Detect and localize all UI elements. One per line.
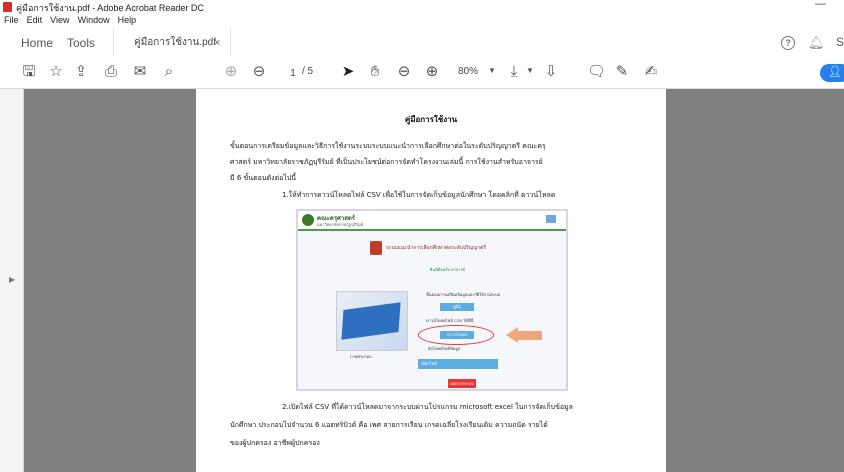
select-icon[interactable]: ➤ xyxy=(340,63,356,81)
embedded-welcome: ยินดีต้อนรับ อาจารย์ xyxy=(430,267,465,272)
zoom-out-icon[interactable]: ⊖ xyxy=(395,63,413,81)
tab-document[interactable]: คู่มือการใช้งาน.pdf × xyxy=(113,28,231,57)
paragraph-line: นักศึกษา ประกอบไปจำนวน 6 แอตทริบิวต์ คือ… xyxy=(230,421,548,429)
embedded-note: ขั้นตอนการเตรียมข้อมูลและวิธีใช้งานระบบ xyxy=(426,292,501,297)
add-user-button[interactable]: 👤︎ xyxy=(820,64,844,82)
search-icon[interactable]: ⌕ xyxy=(160,63,178,81)
menu-view[interactable]: View xyxy=(50,14,69,27)
flag-image xyxy=(341,302,401,340)
tab-bar: Home Tools คู่มือการใช้งาน.pdf × ? 🔔︎ S xyxy=(0,28,844,57)
zoom-dropdown-icon[interactable]: ▼ xyxy=(488,66,496,75)
zoom-in-icon[interactable]: ⊕ xyxy=(423,63,441,81)
embedded-photo xyxy=(336,291,408,351)
save-icon[interactable]: 🖫 xyxy=(20,63,38,81)
step-1-text: 1.ให้ทำการดาวน์โหลดไฟล์ CSV เพื่อใช้ในกา… xyxy=(282,191,556,199)
document-title: คู่มือการใช้งาน xyxy=(404,115,458,124)
zoom-value[interactable]: 80% xyxy=(458,66,478,77)
tab-home[interactable]: Home xyxy=(21,28,53,56)
paragraph-line: ของผู้ปกครอง อาชีพผู้ปกครอง xyxy=(230,439,320,447)
step-2-text: 2.เปิดไฟล์ CSV ที่ได้ดาวน์โหลดมาจากระบบผ… xyxy=(282,403,573,411)
embedded-note: ดาวน์โหลดไฟล์ CSV ได้ที่นี่ xyxy=(426,318,474,323)
tab-tools[interactable]: Tools xyxy=(67,28,95,56)
document-workspace[interactable]: ▶ คู่มือการใช้งาน ขั้นตอนการเตรียมข้อมูล… xyxy=(0,89,844,472)
pointer-arrow-tail xyxy=(518,331,542,340)
expand-panel-icon[interactable]: ▶ xyxy=(9,275,15,284)
menu-bar: File Edit View Window Help xyxy=(0,14,844,27)
faculty-logo-icon xyxy=(302,214,314,226)
highlight-circle xyxy=(418,325,494,345)
pointer-arrow-icon xyxy=(506,327,518,343)
print-icon[interactable]: ⎙ xyxy=(102,63,120,81)
title-bar: คู่มือการใช้งาน.pdf - Adobe Acrobat Read… xyxy=(0,0,844,14)
fit-page-dropdown-icon[interactable]: ▼ xyxy=(526,66,534,75)
embedded-file-bar-label: เลือกไฟล์ xyxy=(421,361,437,366)
hand-icon[interactable]: ✋︎ xyxy=(366,63,384,81)
embedded-photo-caption: ภาพประกอบ xyxy=(350,354,372,359)
page-up-icon[interactable]: ⊕ xyxy=(222,63,240,81)
upload-icon[interactable]: ⇪ xyxy=(72,63,90,81)
paragraph-line: ขั้นตอนการเตรียมข้อมูลและวิธีการใช้งานระ… xyxy=(230,142,546,150)
workspace-margin-right xyxy=(666,89,844,472)
window-title: คู่มือการใช้งาน.pdf - Adobe Acrobat Read… xyxy=(16,3,204,13)
embedded-manual-button: คู่มือ xyxy=(440,303,474,311)
page-total: / 5 xyxy=(302,66,314,77)
fit-page-icon[interactable]: ⤓ xyxy=(505,63,523,81)
menu-file[interactable]: File xyxy=(4,14,19,27)
embedded-heading: ระบบแนะนำการเลือกศึกษาต่อระดับปริญญาตรี xyxy=(386,245,487,251)
scroll-mode-icon[interactable]: ⇩ xyxy=(540,63,562,81)
navigation-panel: ▶ xyxy=(0,89,24,472)
sign-icon[interactable]: ✍︎ xyxy=(641,63,661,81)
mail-icon[interactable]: ✉ xyxy=(130,63,150,81)
toolbar: 🖫 ☆ ⇪ ⎙ ✉ ⌕ ⊕ ⊖ / 5 ➤ ✋︎ ⊖ ⊕ 80% ▼ ⤓ ▼ ⇩… xyxy=(0,56,844,89)
tab-close-button[interactable]: × xyxy=(214,28,220,58)
pdf-page: คู่มือการใช้งาน ขั้นตอนการเตรียมข้อมูลแล… xyxy=(196,89,666,472)
paragraph-line: ศาสตร์ มหาวิทยาลัยราชภัฏบุรีรัมย์ ที่เป็… xyxy=(230,158,543,166)
embedded-header: คณะครุศาสตร์ มหาวิทยาลัยราชภัฏบุรีรัมย์ xyxy=(298,211,566,231)
add-user-icon: 👤︎ xyxy=(828,66,842,78)
bell-icon[interactable]: 🔔︎ xyxy=(808,35,825,51)
acrobat-logo-icon xyxy=(3,2,12,12)
embedded-file-bar: เลือกไฟล์ xyxy=(418,359,498,369)
page-down-icon[interactable]: ⊖ xyxy=(250,63,268,81)
menu-help[interactable]: Help xyxy=(118,14,137,27)
menu-window[interactable]: Window xyxy=(78,14,110,27)
tab-document-label: คู่มือการใช้งาน.pdf xyxy=(134,37,217,48)
embedded-screenshot: คณะครุศาสตร์ มหาวิทยาลัยราชภัฏบุรีรัมย์ … xyxy=(296,209,568,391)
embedded-avatar-icon xyxy=(370,241,382,255)
star-icon[interactable]: ☆ xyxy=(47,63,65,81)
highlight-icon[interactable]: ✎ xyxy=(613,63,631,81)
paragraph-line: มี 6 ขั้นตอนดังต่อไปนี้ xyxy=(230,174,297,182)
help-icon[interactable]: ? xyxy=(781,36,795,50)
workspace-margin-left xyxy=(24,89,196,472)
embedded-menu-icon xyxy=(546,215,556,223)
embedded-note: อัปโหลดไฟล์ข้อมูล xyxy=(428,346,461,351)
embedded-logout-button: ออกจากระบบ xyxy=(448,379,476,388)
sign-in-button[interactable]: S xyxy=(836,35,844,49)
embedded-brand-sub: มหาวิทยาลัยราชภัฏบุรีรัมย์ xyxy=(317,222,364,227)
minimize-button[interactable]: — xyxy=(815,0,826,10)
embedded-body: ระบบแนะนำการเลือกศึกษาต่อระดับปริญญาตรี … xyxy=(298,231,566,389)
menu-edit[interactable]: Edit xyxy=(27,14,43,27)
comment-icon[interactable]: 🗨︎ xyxy=(587,63,606,81)
